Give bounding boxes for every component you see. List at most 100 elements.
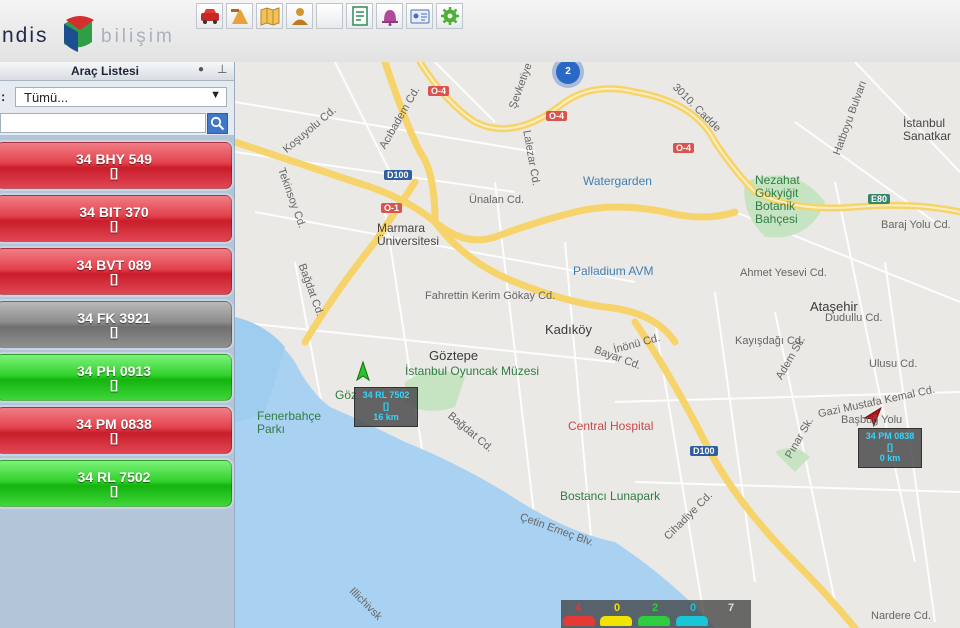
status-count-cyan: 0 [690,602,697,614]
poi-watergarden[interactable]: Watergarden [583,174,652,188]
map-vehicle-sub: [] [887,442,893,452]
search-input[interactable] [0,113,206,133]
vehicle-group-select[interactable]: Tümü... ▼ [15,87,227,107]
vehicle-sub: [] [110,378,118,392]
toolbar-report-button[interactable] [346,3,373,29]
toolbar-alarm-button[interactable] [376,3,403,29]
vehicle-plate: 34 BIT 370 [79,204,149,220]
car-icon [200,9,219,24]
map-vehicle-sub: [] [383,401,389,411]
street-label: Baraj Yolu Cd. [881,219,951,231]
toolbar-roadworks-button[interactable] [226,3,253,29]
road-shield: E80 [868,194,891,204]
panel-header: Araç Listesi ● ⊥ [0,62,234,81]
map-vehicle-distance: 16 km [373,412,399,422]
poi-fenerbahce[interactable]: Fenerbahçe Parkı [257,410,327,436]
road-shield: D100 [384,170,412,180]
search-row [0,111,234,135]
red-car-icon[interactable] [563,616,595,626]
vehicle-plate: 34 BHY 549 [75,151,152,167]
toolbar-vehicles-button[interactable] [196,3,223,29]
poi-marmara[interactable]: Marmara Üniversitesi [377,222,439,248]
blank-icon [319,6,341,26]
panel-title: Araç Listesi [70,64,140,78]
collapse-icon[interactable]: ● [198,64,204,75]
vehicle-sub: [] [110,219,118,233]
road-shield: O-4 [428,86,450,96]
road-works-icon [230,9,248,24]
vehicle-item[interactable]: 34 BHY 549[] [0,142,232,189]
map-view[interactable]: O-4 O-4 O-4 O-1 D100 D100 E80 Fahrettin … [235,62,960,628]
id-card-icon [410,9,429,24]
vehicle-plate: 34 BVT 089 [76,257,152,273]
map-icon [260,7,279,26]
vehicle-plate: 34 PH 0913 [77,363,151,379]
map-vehicle-distance: 0 km [879,453,901,463]
road-shield: D100 [690,446,718,456]
logo-text-right: bilişim [101,26,175,47]
vehicle-item[interactable]: 34 PH 0913[] [0,354,232,401]
vehicle-item[interactable]: 34 BIT 370[] [0,195,232,242]
logo-icon [64,16,94,52]
road-shield: O-4 [673,143,695,153]
status-count-green: 2 [652,602,659,614]
status-count-red: 4 [575,602,582,614]
vehicle-sub: [] [110,325,118,339]
logo-text-left: ndis [2,24,49,47]
filter-label: : [1,89,6,104]
vehicle-list-panel: Araç Listesi ● ⊥ : Tümü... ▼ 34 BHY 549[… [0,62,235,628]
road-shield: O-4 [546,111,568,121]
vehicle-item[interactable]: 34 PM 0838[] [0,407,232,454]
green-car-icon[interactable] [638,616,670,626]
search-button[interactable] [207,113,228,134]
street-label: Fahrettin Kerim Gökay Cd. [425,290,556,302]
vehicle-item[interactable]: 34 BVT 089[] [0,248,232,295]
street-label: Ünalan Cd. [469,194,525,206]
vehicle-item[interactable]: 34 FK 3921[] [0,301,232,348]
filter-row: : Tümü... ▼ [0,81,234,111]
vehicle-sub: [] [110,431,118,445]
app-header: ndis bilişim [0,0,960,63]
street-label: Ulusu Cd. [869,358,918,370]
alarm-bell-icon [381,10,398,26]
street-label: Ahmet Yesevi Cd. [740,267,827,279]
yellow-car-icon[interactable] [600,616,632,626]
vehicle-status-bar: 4 0 2 0 7 [561,600,751,628]
status-count-total: 7 [728,602,735,614]
poi-sanatkar[interactable]: İstanbul Sanatkar [903,117,960,143]
vehicle-plate: 34 FK 3921 [77,310,151,326]
vehicle-item[interactable]: 34 RL 7502[] [0,460,232,507]
district-label: Göztepe [429,348,479,363]
poi-palladium[interactable]: Palladium AVM [573,264,653,278]
map-vehicle-label[interactable]: 34 RL 7502 [] 16 km [354,387,418,427]
toolbar-blank-button[interactable] [316,3,343,29]
map-vehicle-plate: 34 PM 0838 [865,431,915,441]
chevron-down-icon: ▼ [210,89,221,101]
main-toolbar [196,3,463,31]
street-label: Nardere Cd. [871,610,931,622]
district-label: Ataşehir [810,299,858,314]
road-shield: O-1 [381,203,403,213]
vehicle-sub: [] [110,484,118,498]
vehicle-plate: 34 PM 0838 [76,416,152,432]
status-count-yellow: 0 [614,602,621,614]
filter-selected-value: Tümü... [24,90,69,105]
toolbar-settings-button[interactable] [436,3,463,29]
map-vehicle-label[interactable]: 34 PM 0838 [] 0 km [858,428,922,468]
toolbar-driver-button[interactable] [286,3,313,29]
vehicle-sub: [] [110,166,118,180]
cyan-car-icon[interactable] [676,616,708,626]
driver-icon [291,8,308,25]
toolbar-map-button[interactable] [256,3,283,29]
report-icon [351,6,368,26]
poi-nezahat[interactable]: Nezahat Gökyiğit Botanik Bahçesi [755,174,825,226]
vehicle-sub: [] [110,272,118,286]
street-label: Başbuğ Yolu [841,414,903,426]
poi-museum[interactable]: İstanbul Oyuncak Müzesi [405,364,539,378]
pin-icon[interactable]: ⊥ [217,62,227,76]
poi-lunapark[interactable]: Bostancı Lunapark [560,489,660,503]
gear-icon [440,7,459,25]
toolbar-idcard-button[interactable] [406,3,433,29]
search-icon [210,116,225,131]
poi-hospital[interactable]: Central Hospital [568,419,653,433]
